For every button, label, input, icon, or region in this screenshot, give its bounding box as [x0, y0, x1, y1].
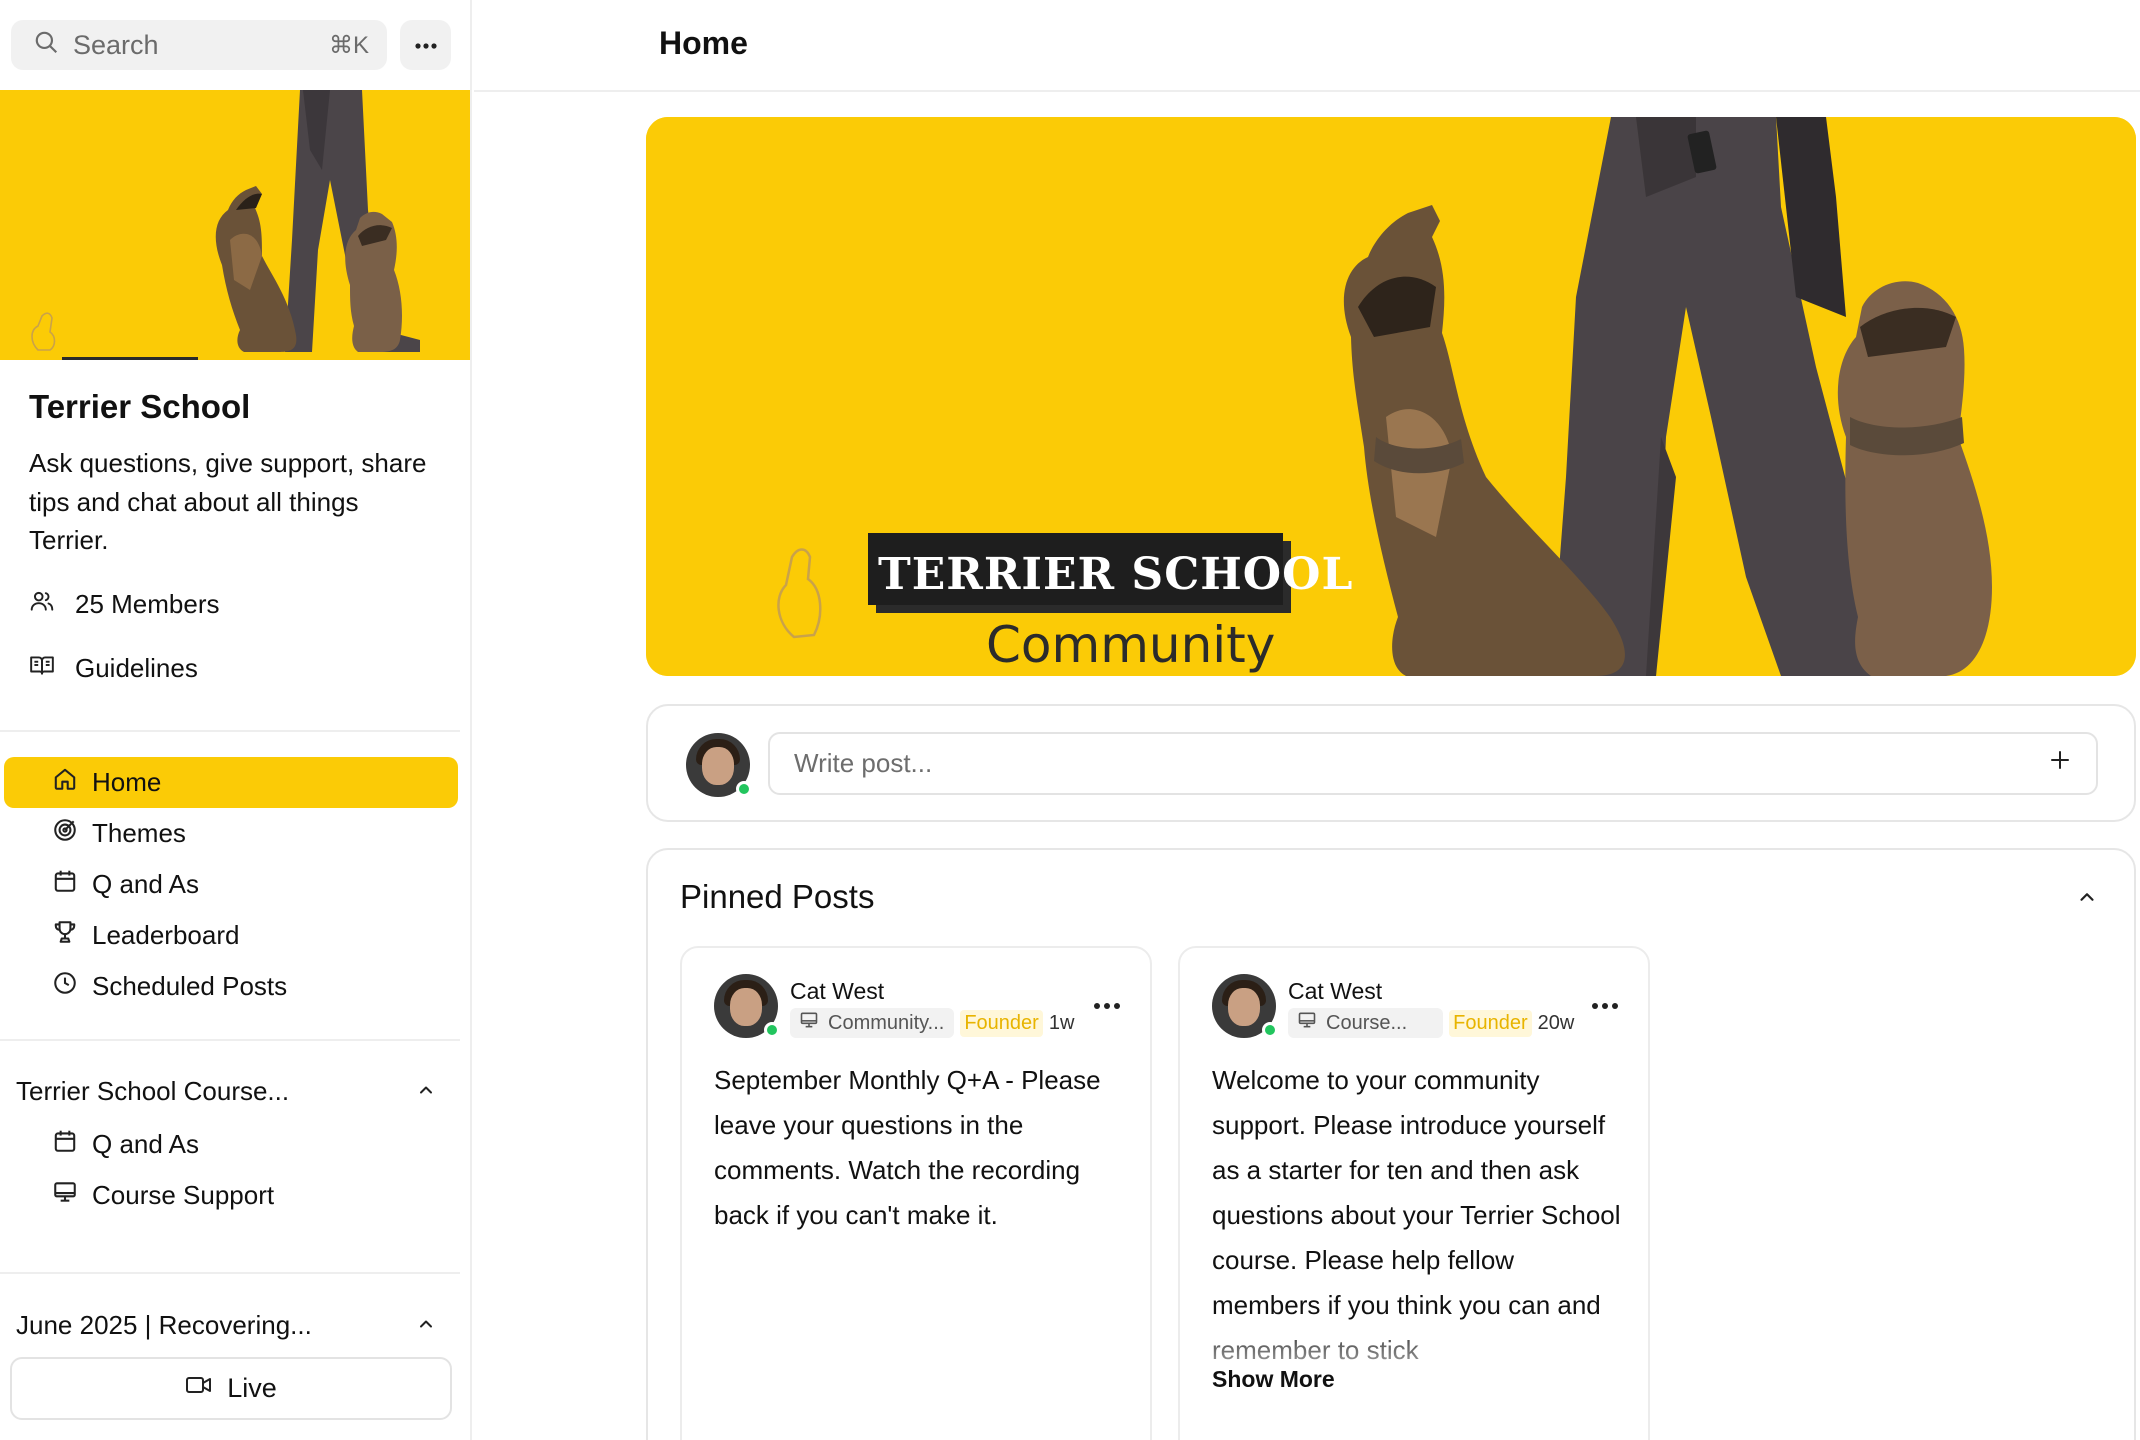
post-options-icon[interactable] [1094, 996, 1120, 1014]
trophy-icon [52, 919, 78, 952]
space-name: Community... [828, 1011, 945, 1034]
banner-thumbnail-art: TERRIER SCHOOL Community [0, 90, 470, 360]
nav-item-q-and-as[interactable]: Q and As [4, 859, 458, 910]
chevron-up-icon[interactable] [416, 1310, 436, 1341]
post-meta: Course... Founder 20w [1288, 1008, 1574, 1038]
hero-sub: Community [986, 616, 1275, 674]
pinned-posts: Pinned Posts Cat West Community... Found… [646, 848, 2136, 1440]
nav-item-label: Q and As [92, 869, 199, 899]
nav-item-home[interactable]: Home [4, 757, 458, 808]
live-button[interactable]: Live [10, 1357, 452, 1420]
search-row: Search ⌘K [11, 20, 451, 70]
post-composer: Write post... [646, 704, 2136, 822]
space-chip[interactable]: Community... [790, 1008, 955, 1038]
guidelines-link[interactable]: Guidelines [29, 652, 198, 685]
write-post-placeholder: Write post... [794, 748, 933, 778]
search-shortcut: ⌘K [328, 31, 369, 59]
community-banner-thumbnail[interactable]: TERRIER SCHOOL Community [0, 90, 470, 360]
nav-item-label: Scheduled Posts [92, 971, 288, 1001]
search-icon [33, 29, 59, 62]
hero-banner-art: TERRIER SCHOOL Community [646, 117, 2136, 676]
post-time: 20w [1537, 1011, 1575, 1034]
nav-group-june-2025[interactable]: June 2025 | Recovering... [16, 1310, 436, 1341]
home-icon [52, 766, 78, 799]
search-input[interactable]: Search ⌘K [11, 20, 387, 70]
banner-thumbnail-brand: TERRIER SCHOOL [64, 358, 239, 360]
pinned-posts-title: Pinned Posts [680, 878, 875, 915]
main-nav: Home Themes Q and As Leaderboard Schedul… [4, 757, 458, 1012]
post-author[interactable]: Cat West [1288, 978, 1382, 1005]
more-options-button[interactable] [400, 20, 451, 70]
members-count: 25 Members [75, 589, 220, 619]
search-label: Search [73, 29, 159, 60]
community-hero-banner: TERRIER SCHOOL Community [646, 117, 2136, 676]
monitor-icon [1296, 1010, 1318, 1036]
sidebar-divider [0, 730, 460, 732]
top-bar: Home [474, 0, 2140, 92]
show-more-button[interactable]: Show More [1212, 1366, 1335, 1393]
users-icon [29, 588, 55, 621]
calendar-icon [52, 868, 78, 901]
nav-item-themes[interactable]: Themes [4, 808, 458, 859]
avatar[interactable] [686, 733, 752, 797]
nav-item-label: Home [92, 767, 162, 797]
avatar[interactable] [1212, 974, 1278, 1038]
target-icon [52, 817, 78, 850]
course-nav: Q and As Course Support [4, 1119, 458, 1221]
online-indicator [1262, 1022, 1278, 1038]
sidebar-divider [0, 1272, 460, 1274]
online-indicator [764, 1022, 780, 1038]
post-time: 1w [1048, 1011, 1075, 1034]
role-badge: Founder [1449, 1009, 1532, 1037]
calendar-icon [52, 1128, 78, 1161]
pinned-post-card[interactable]: Cat West Community... Founder 1w Septemb… [680, 946, 1152, 1440]
page-title: Home [659, 25, 748, 61]
nav-item-label: Course Support [92, 1180, 275, 1210]
post-body: September Monthly Q+A - Please leave you… [714, 1065, 1101, 1230]
nav-group-title: Terrier School Course... [16, 1076, 290, 1106]
space-name: Course... [1326, 1011, 1408, 1034]
monitor-icon [798, 1010, 820, 1036]
post-meta: Community... Founder 1w [790, 1008, 1074, 1038]
chevron-up-icon[interactable] [2076, 886, 2098, 913]
community-name: Terrier School [29, 388, 251, 425]
live-label: Live [227, 1373, 277, 1403]
chevron-up-icon[interactable] [416, 1076, 436, 1107]
video-camera-icon [185, 1373, 213, 1404]
nav-item-label: Leaderboard [92, 920, 240, 950]
ellipsis-icon [414, 36, 437, 54]
nav-item-scheduled-posts[interactable]: Scheduled Posts [4, 961, 458, 1012]
members-link[interactable]: 25 Members [29, 588, 220, 621]
avatar[interactable] [714, 974, 780, 1038]
guidelines-label: Guidelines [75, 653, 198, 683]
monitor-icon [52, 1179, 78, 1212]
sidebar-divider [0, 1039, 460, 1041]
hero-brand: TERRIER SCHOOL [878, 549, 1353, 600]
pinned-post-card[interactable]: Cat West Course... Founder 20w Welcome t… [1178, 946, 1650, 1440]
nav-item-leaderboard[interactable]: Leaderboard [4, 910, 458, 961]
nav-group-title: June 2025 | Recovering... [16, 1310, 312, 1340]
sidebar: Search ⌘K TERRIER SCHO [0, 0, 472, 1440]
book-icon [29, 652, 55, 685]
role-badge: Founder [960, 1009, 1043, 1037]
post-author[interactable]: Cat West [790, 978, 884, 1005]
nav-item-label: Themes [92, 818, 186, 848]
clock-icon [52, 970, 78, 1003]
post-options-icon[interactable] [1592, 996, 1618, 1014]
community-description: Ask questions, give support, share tips … [29, 448, 427, 555]
write-post-input[interactable]: Write post... [768, 732, 2098, 795]
nav-item-course-support[interactable]: Course Support [4, 1170, 458, 1221]
plus-icon[interactable] [2048, 748, 2072, 779]
nav-item-course-q-and-as[interactable]: Q and As [4, 1119, 458, 1170]
online-indicator [736, 781, 752, 797]
nav-group-course[interactable]: Terrier School Course... [16, 1076, 436, 1107]
space-chip[interactable]: Course... [1288, 1008, 1444, 1038]
nav-item-label: Q and As [92, 1129, 199, 1159]
